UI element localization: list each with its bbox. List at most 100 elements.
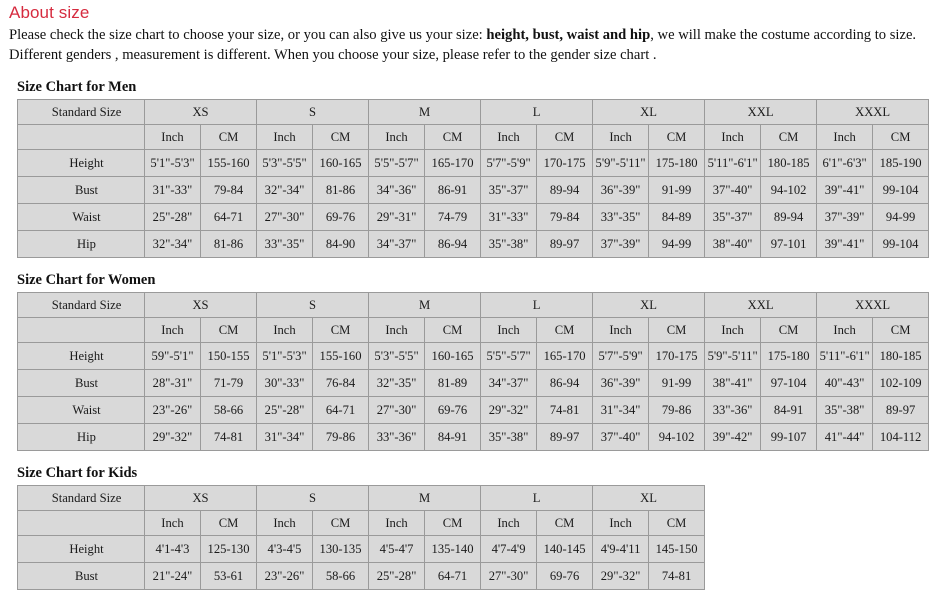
measurement-inch-value: 5'3"-5'5" (256, 149, 314, 177)
page-title: About size (9, 3, 90, 22)
size-column-header: XS (143, 485, 258, 511)
measurement-cm-value: 84-91 (760, 396, 818, 424)
measurement-inch-value: 27"-30" (256, 203, 314, 231)
measurement-cm-value: 91-99 (648, 176, 706, 204)
measurement-label: Waist (17, 396, 145, 424)
measurement-cm-value: 89-97 (536, 423, 594, 451)
measurement-cm-value: 91-99 (648, 369, 706, 397)
measurement-inch-value: 39"-41" (816, 230, 874, 258)
measurement-inch-value: 4'3-4'5 (256, 535, 314, 563)
measurement-cm-value: 94-99 (648, 230, 706, 258)
measurement-inch-value: 35"-38" (816, 396, 874, 424)
measurement-cm-value: 170-175 (536, 149, 594, 177)
measurement-inch-value: 31"-34" (256, 423, 314, 451)
measurement-cm-value: 79-86 (648, 396, 706, 424)
measurement-inch-value: 6'1"-6'3" (816, 149, 874, 177)
measurement-cm-value: 155-160 (199, 149, 258, 177)
description-emphasis: height, bust, waist and hip (486, 27, 651, 43)
chart-title: Size Chart for Women (17, 272, 156, 288)
unit-cm-header: CM (424, 124, 482, 150)
table-row: Bust 21"-24" 53-61 23"-26" 58-66 25"-28" 64-71… (17, 562, 706, 590)
measurement-inch-value: 29"-32" (144, 423, 201, 451)
unit-cm-header: CM (424, 317, 482, 343)
measurement-cm-value: 140-145 (536, 535, 594, 563)
unit-inch-header: Inch (592, 124, 650, 150)
measurement-label: Waist (17, 203, 145, 231)
unit-inch-header: Inch (480, 124, 538, 150)
measurement-label: Height (17, 149, 145, 177)
measurement-cm-value: 69-76 (536, 562, 594, 590)
unit-cm-header: CM (312, 510, 370, 536)
unit-inch-header: Inch (368, 510, 426, 536)
measurement-label: Height (17, 342, 145, 370)
unit-inch-header: Inch (144, 124, 201, 150)
unit-cm-header: CM (648, 124, 706, 150)
measurement-inch-value: 35"-38" (480, 423, 538, 451)
unit-inch-header: Inch (704, 317, 762, 343)
measurement-cm-value: 170-175 (648, 342, 706, 370)
measurement-inch-value: 5'11"-6'1" (816, 342, 874, 370)
measurement-cm-value: 86-94 (536, 369, 594, 397)
measurement-cm-value: 102-109 (872, 369, 930, 397)
unit-cm-header: CM (536, 124, 594, 150)
measurement-inch-value: 5'5"-5'7" (368, 149, 426, 177)
unit-row-blank-cell (17, 317, 145, 343)
measurement-cm-value: 180-185 (872, 342, 930, 370)
measurement-cm-value: 53-61 (199, 562, 258, 590)
measurement-inch-value: 5'7"-5'9" (480, 149, 538, 177)
measurement-cm-value: 99-107 (760, 423, 818, 451)
measurement-inch-value: 34"-37" (368, 230, 426, 258)
measurement-inch-value: 4'9-4'11 (592, 535, 650, 563)
size-column-header: XL (592, 485, 706, 511)
measurement-cm-value: 64-71 (312, 396, 370, 424)
measurement-inch-value: 31"-33" (144, 176, 201, 204)
measurement-cm-value: 69-76 (424, 396, 482, 424)
measurement-inch-value: 41"-44" (816, 423, 874, 451)
measurement-inch-value: 29"-32" (480, 396, 538, 424)
size-table-wrapper: Standard Size XS S M L XL XXL XXXL Inch CM Inch CM I… (8, 99, 931, 258)
unit-cm-header: CM (199, 317, 258, 343)
measurement-cm-value: 58-66 (199, 396, 258, 424)
measurement-cm-value: 84-89 (648, 203, 706, 231)
measurement-inch-value: 37"-39" (816, 203, 874, 231)
measurement-inch-value: 36"-39" (592, 369, 650, 397)
measurement-cm-value: 89-97 (872, 396, 930, 424)
measurement-cm-value: 79-86 (312, 423, 370, 451)
size-column-header: S (256, 485, 370, 511)
measurement-inch-value: 25"-28" (144, 203, 201, 231)
unit-cm-header: CM (199, 510, 258, 536)
measurement-inch-value: 33"-35" (256, 230, 314, 258)
measurement-cm-value: 71-79 (199, 369, 258, 397)
unit-cm-header: CM (312, 317, 370, 343)
unit-cm-header: CM (872, 124, 930, 150)
measurement-cm-value: 94-102 (760, 176, 818, 204)
measurement-cm-value: 86-91 (424, 176, 482, 204)
measurement-inch-value: 39"-41" (816, 176, 874, 204)
standard-size-label: Standard Size (17, 99, 145, 125)
unit-header-row: Inch CM Inch CM Inch CM Inch CM Inch CM Inch CM Inch… (17, 124, 930, 150)
unit-header-row: Inch CM Inch CM Inch CM Inch CM Inch CM (17, 510, 706, 536)
measurement-cm-value: 64-71 (199, 203, 258, 231)
measurement-inch-value: 33"-36" (704, 396, 762, 424)
table-row: Height 4'1-4'3 125-130 4'3-4'5 130-135 4'5-4'… (17, 535, 706, 563)
measurement-inch-value: 28"-31" (144, 369, 201, 397)
measurement-cm-value: 81-89 (424, 369, 482, 397)
measurement-inch-value: 5'5"-5'7" (480, 342, 538, 370)
size-table-wrapper: Standard Size XS S M L XL XXL XXXL Inch CM Inch CM I… (8, 292, 931, 451)
measurement-inch-value: 5'9"-5'11" (592, 149, 650, 177)
size-description: Please check the size chart to choose yo… (9, 25, 931, 65)
measurement-inch-value: 5'11"-6'1" (704, 149, 762, 177)
measurement-cm-value: 104-112 (872, 423, 930, 451)
table-row: Height 59"-5'1" 150-155 5'1"-5'3" 155-160 5'3… (17, 342, 930, 370)
measurement-inch-value: 38"-40" (704, 230, 762, 258)
measurement-cm-value: 99-104 (872, 230, 930, 258)
measurement-cm-value: 81-86 (312, 176, 370, 204)
measurement-cm-value: 64-71 (424, 562, 482, 590)
unit-cm-header: CM (760, 124, 818, 150)
unit-inch-header: Inch (592, 317, 650, 343)
measurement-cm-value: 86-94 (424, 230, 482, 258)
unit-cm-header: CM (536, 317, 594, 343)
size-column-header: S (256, 292, 370, 318)
measurement-cm-value: 89-94 (760, 203, 818, 231)
size-header-row: Standard Size XS S M L XL XXL XXXL (17, 292, 930, 318)
